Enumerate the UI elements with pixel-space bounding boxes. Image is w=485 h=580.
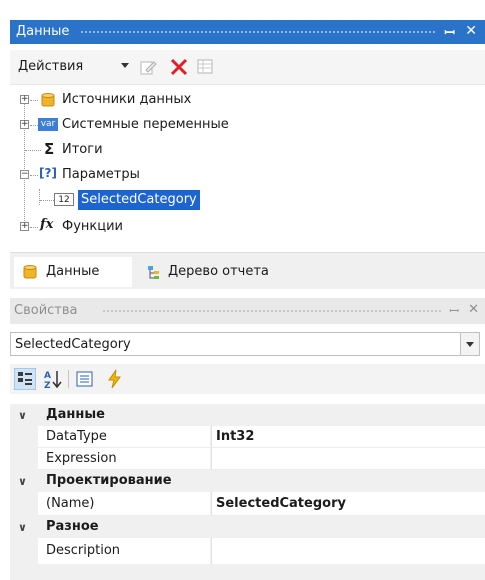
tab-report-tree[interactable]: Дерево отчета <box>140 257 310 287</box>
property-grid: ∨ Данные DataType Int32 Expression ∨ Про… <box>10 404 485 580</box>
actions-menu-button[interactable]: Действия <box>18 59 83 74</box>
table-edit-icon[interactable] <box>196 57 216 77</box>
property-row-expression[interactable]: Expression <box>10 448 485 470</box>
category-misc[interactable]: ∨ Разное <box>10 516 485 538</box>
tree-item-system-variables[interactable]: + var Системные переменные <box>10 114 485 136</box>
tab-data[interactable]: Данные <box>14 257 132 287</box>
property-pages-icon[interactable] <box>74 368 96 390</box>
data-panel-tabs: Данные Дерево отчета <box>10 252 485 289</box>
tree-line <box>30 100 38 101</box>
report-tree-icon <box>148 266 159 279</box>
tab-label: Дерево отчета <box>168 264 269 279</box>
edit-icon[interactable] <box>138 57 158 77</box>
category-label: Проектирование <box>46 473 172 488</box>
data-panel-title: Данные <box>16 24 70 39</box>
tree-item-label: Итоги <box>62 142 103 157</box>
property-name: (Name) <box>38 492 210 516</box>
chevron-down-icon[interactable]: ∨ <box>18 521 27 534</box>
toolbar-separator <box>68 370 69 388</box>
function-icon: fx <box>40 217 54 232</box>
svg-text:Z: Z <box>44 381 51 390</box>
expand-icon[interactable]: + <box>20 120 29 129</box>
tree-line <box>30 227 38 228</box>
property-row-name[interactable]: (Name) SelectedCategory <box>10 492 485 516</box>
collapse-icon[interactable]: − <box>20 170 29 179</box>
titlebar-grip <box>102 309 443 313</box>
tree-item-totals[interactable]: Σ Итоги <box>10 139 485 161</box>
delete-icon[interactable] <box>168 56 190 78</box>
close-icon[interactable]: ✕ <box>465 23 477 39</box>
chevron-down-icon[interactable]: ∨ <box>18 409 27 422</box>
tree-item-label: Параметры <box>62 167 140 182</box>
parameters-icon: [?] <box>39 166 57 180</box>
pin-icon[interactable]: ꟷ <box>444 23 455 41</box>
close-icon[interactable]: ✕ <box>468 302 479 317</box>
tree-item-label: Системные переменные <box>62 117 229 132</box>
category-label: Разное <box>46 519 99 534</box>
expand-icon[interactable]: + <box>20 95 29 104</box>
property-value[interactable]: SelectedCategory <box>211 492 485 516</box>
data-toolbar: Действия <box>10 50 485 85</box>
tree-line <box>30 125 38 126</box>
categorized-icon[interactable] <box>14 368 36 390</box>
category-label: Данные <box>46 407 105 422</box>
events-lightning-icon[interactable] <box>104 368 126 390</box>
property-value[interactable]: Int32 <box>211 426 485 448</box>
properties-panel-titlebar: Свойства ꟷ ✕ <box>10 298 485 324</box>
category-data[interactable]: ∨ Данные <box>10 404 485 426</box>
properties-panel-title: Свойства <box>14 303 78 318</box>
tree-item-data-sources[interactable]: + Источники данных <box>10 89 485 111</box>
property-name: Description <box>38 538 210 564</box>
category-design[interactable]: ∨ Проектирование <box>10 470 485 492</box>
property-value[interactable] <box>211 448 485 470</box>
tree-item-parameters[interactable]: − [?] Параметры <box>10 164 485 186</box>
tree-item-label: Функции <box>62 219 123 234</box>
sort-alphabetical-icon[interactable]: A Z <box>42 368 64 390</box>
tree-line <box>30 175 38 176</box>
database-icon <box>41 93 55 107</box>
tree-line <box>40 200 54 201</box>
sigma-icon: Σ <box>44 140 55 158</box>
tree-item-functions[interactable]: + fx Функции <box>10 216 485 238</box>
database-icon <box>23 265 37 279</box>
chevron-down-icon[interactable] <box>460 333 479 355</box>
tree-line <box>25 150 41 151</box>
data-panel-titlebar: Данные ꟷ ✕ <box>10 20 485 44</box>
tree-item-selected-category[interactable]: 12 SelectedCategory <box>10 189 485 211</box>
tree-item-label: Источники данных <box>62 92 192 107</box>
expand-icon[interactable]: + <box>20 222 29 231</box>
data-tree: + Источники данных + var Системные перем… <box>10 85 485 245</box>
object-selector[interactable]: SelectedCategory <box>10 332 480 356</box>
chevron-down-icon[interactable] <box>121 63 129 68</box>
svg-text:A: A <box>44 371 51 381</box>
property-name: Expression <box>38 448 210 470</box>
tab-label: Данные <box>46 264 100 279</box>
titlebar-grip <box>80 30 437 34</box>
property-name: DataType <box>38 426 210 448</box>
int-param-icon: 12 <box>54 193 74 206</box>
properties-toolbar: A Z <box>10 364 485 394</box>
chevron-down-icon[interactable]: ∨ <box>18 475 27 488</box>
property-row-datatype[interactable]: DataType Int32 <box>10 426 485 448</box>
tree-item-label: SelectedCategory <box>78 190 200 210</box>
property-value[interactable] <box>211 538 485 564</box>
pin-icon[interactable]: ꟷ <box>449 302 459 319</box>
var-icon: var <box>38 118 58 131</box>
property-row-description[interactable]: Description <box>10 538 485 564</box>
object-selector-value: SelectedCategory <box>15 337 131 352</box>
